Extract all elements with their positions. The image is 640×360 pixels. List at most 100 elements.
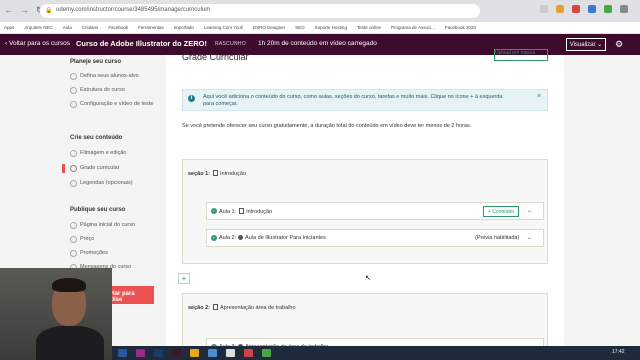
bookmark-item[interactable]: Teste online (357, 25, 381, 30)
sidebar-heading-plan: Planeje seu curso (70, 59, 122, 65)
lecture-prefix: Aula 1: (219, 209, 237, 215)
taskbar-icons (118, 349, 271, 357)
check-circle-icon (70, 101, 77, 108)
status-badge: RASCUNHO (215, 41, 247, 47)
taskbar: 17:42 (112, 346, 640, 360)
check-circle-icon (70, 180, 77, 187)
course-title: Curso de Adobe Illustrator do ZERO! (76, 39, 207, 48)
extension-icon[interactable] (604, 5, 612, 13)
app-icon[interactable] (208, 349, 217, 357)
check-icon: ✓ (211, 235, 217, 241)
profile-icon[interactable] (620, 5, 628, 13)
free-course-note: Se você pretende oferecer seu curso grat… (182, 123, 472, 129)
extension-icon[interactable] (588, 5, 596, 13)
curriculum-panel: Grade Curricular Upload em massa i Aqui … (166, 49, 564, 360)
address-bar[interactable]: 🔒 udemy.com/instructor/course/3485495/ma… (40, 4, 480, 18)
mouse-cursor-icon: ↖ (365, 275, 371, 282)
lecture-item[interactable]: ✓ Aula 2: Aula de Illustrator Para Inicia… (206, 229, 544, 247)
presenter-hair (52, 278, 86, 292)
browser-nav: ← → ↻ (4, 5, 44, 16)
info-banner: i Aqui você adiciona o conteúdo do curso… (182, 89, 548, 111)
lecture-name: Introdução (246, 209, 273, 215)
sidebar-item-target-students[interactable]: Defina seus alunos-alvo (70, 73, 156, 80)
bookmark-item[interactable]: Facebook (108, 25, 128, 30)
chrome-icon[interactable] (226, 349, 235, 357)
lecture-name: Aula de Illustrator Para Iniciantes (245, 235, 326, 241)
bookmark-item[interactable]: Apps (4, 25, 14, 30)
bookmark-item[interactable]: Learning Com Youli (204, 25, 243, 30)
info-icon: i (188, 95, 195, 102)
illustrator-icon[interactable] (172, 349, 181, 357)
gear-icon[interactable]: ⚙ (615, 39, 623, 50)
sidebar-item-promotions[interactable]: Promoções (70, 250, 156, 257)
sidebar-item-captions[interactable]: Legendas (opcionais) (70, 180, 156, 187)
bookmark-item[interactable]: Programa de Associ... (391, 25, 435, 30)
page-title: Grade Curricular (182, 52, 249, 62)
check-circle-icon (70, 150, 77, 157)
document-icon (213, 304, 219, 310)
video-duration-info: 1h 20m de conteúdo em vídeo carregado (258, 40, 377, 47)
app-icon[interactable] (118, 349, 127, 357)
chevron-down-icon[interactable]: ⌄ (527, 207, 532, 214)
sidebar-heading-create: Crie seu conteúdo (70, 135, 123, 141)
sidebar-heading-publish: Publique seu curso (70, 207, 126, 213)
clock: 17:42 (612, 349, 625, 355)
section-prefix: seção 1: (188, 171, 211, 177)
bookmark-item[interactable]: Arquitetv NEC (24, 25, 53, 30)
bulk-upload-button[interactable]: Upload em massa (494, 49, 548, 61)
section-title[interactable]: seção 1: Introdução (188, 170, 246, 177)
extension-icon[interactable] (572, 5, 580, 13)
preview-button[interactable]: Visualizar ⌄ (566, 38, 606, 51)
extension-icon[interactable] (556, 5, 564, 13)
bookmark-item[interactable]: Ferramentas (138, 25, 164, 30)
bookmark-item[interactable]: Importado (174, 25, 194, 30)
check-circle-icon (70, 222, 77, 229)
bookmark-item[interactable]: Facebook 2020 (445, 25, 476, 30)
active-indicator (62, 164, 65, 173)
sidebar-item-label: Estrutura do curso (80, 87, 125, 93)
section-prefix: seção 2: (188, 305, 211, 311)
sidebar-item-label: Página inicial do curso (80, 222, 136, 228)
bookmark-item[interactable]: Suporte Hosting (315, 25, 347, 30)
lecture-title: Aula 2: Aula de Illustrator Para Iniciant… (219, 235, 326, 241)
star-icon[interactable] (540, 5, 548, 13)
folder-icon[interactable] (190, 349, 199, 357)
sidebar-item-filming[interactable]: Filmagem e edição (70, 150, 156, 157)
bookmark-item[interactable]: SEO (295, 25, 305, 30)
extension-icons (540, 5, 628, 13)
bookmark-item[interactable]: Aula (63, 25, 72, 30)
check-circle-icon (70, 87, 77, 94)
close-icon[interactable]: × (537, 93, 541, 100)
sidebar-item-label: Defina seus alunos-alvo (80, 73, 139, 79)
add-section-button[interactable]: + (178, 273, 190, 284)
check-icon: ✓ (211, 208, 217, 214)
bookmark-item[interactable]: DSRO Designer (253, 25, 285, 30)
lecture-item[interactable]: ✓ Aula 1: Introdução + Conteúdo ⌄ (206, 202, 544, 220)
back-arrow-icon[interactable]: ← (4, 5, 13, 16)
info-text: Aqui você adiciona o conteúdo do curso, … (203, 94, 503, 107)
section-title[interactable]: seção 2: Apresentação área de trabalho (188, 304, 296, 311)
back-to-courses-link[interactable]: ‹ Voltar para os cursos (5, 40, 70, 47)
chevron-down-icon[interactable]: ⌄ (527, 234, 532, 241)
bookmarks-bar: Apps Arquitetv NEC Aula Criolans Faceboo… (0, 22, 640, 34)
app-icon[interactable] (136, 349, 145, 357)
back-label: Voltar para os cursos (8, 40, 71, 47)
sidebar-item-landing-page[interactable]: Página inicial do curso (70, 222, 156, 229)
sidebar-item-label: Grade curricular (80, 165, 120, 171)
lecture-prefix: Aula 2: (219, 235, 237, 241)
sidebar-item-price[interactable]: Preço (70, 236, 156, 243)
sidebar-item-setup-video[interactable]: Configuração e vídeo de teste (70, 101, 156, 108)
sidebar-item-course-structure[interactable]: Estrutura do curso (70, 87, 156, 94)
sidebar-item-curriculum[interactable]: Grade curricular (70, 165, 156, 172)
document-icon (239, 208, 245, 214)
url-text: udemy.com/instructor/course/3485495/mana… (56, 7, 211, 13)
forward-arrow-icon[interactable]: → (20, 5, 29, 16)
sidebar-item-label: Legendas (opcionais) (80, 180, 133, 186)
check-circle-icon (70, 236, 77, 243)
bookmark-item[interactable]: Criolans (82, 25, 99, 30)
app-icon[interactable] (262, 349, 271, 357)
recorder-icon[interactable] (244, 349, 253, 357)
preview-enabled-label: (Prévia habilitada) (475, 235, 520, 241)
photoshop-icon[interactable] (154, 349, 163, 357)
add-content-button[interactable]: + Conteúdo (483, 206, 519, 217)
